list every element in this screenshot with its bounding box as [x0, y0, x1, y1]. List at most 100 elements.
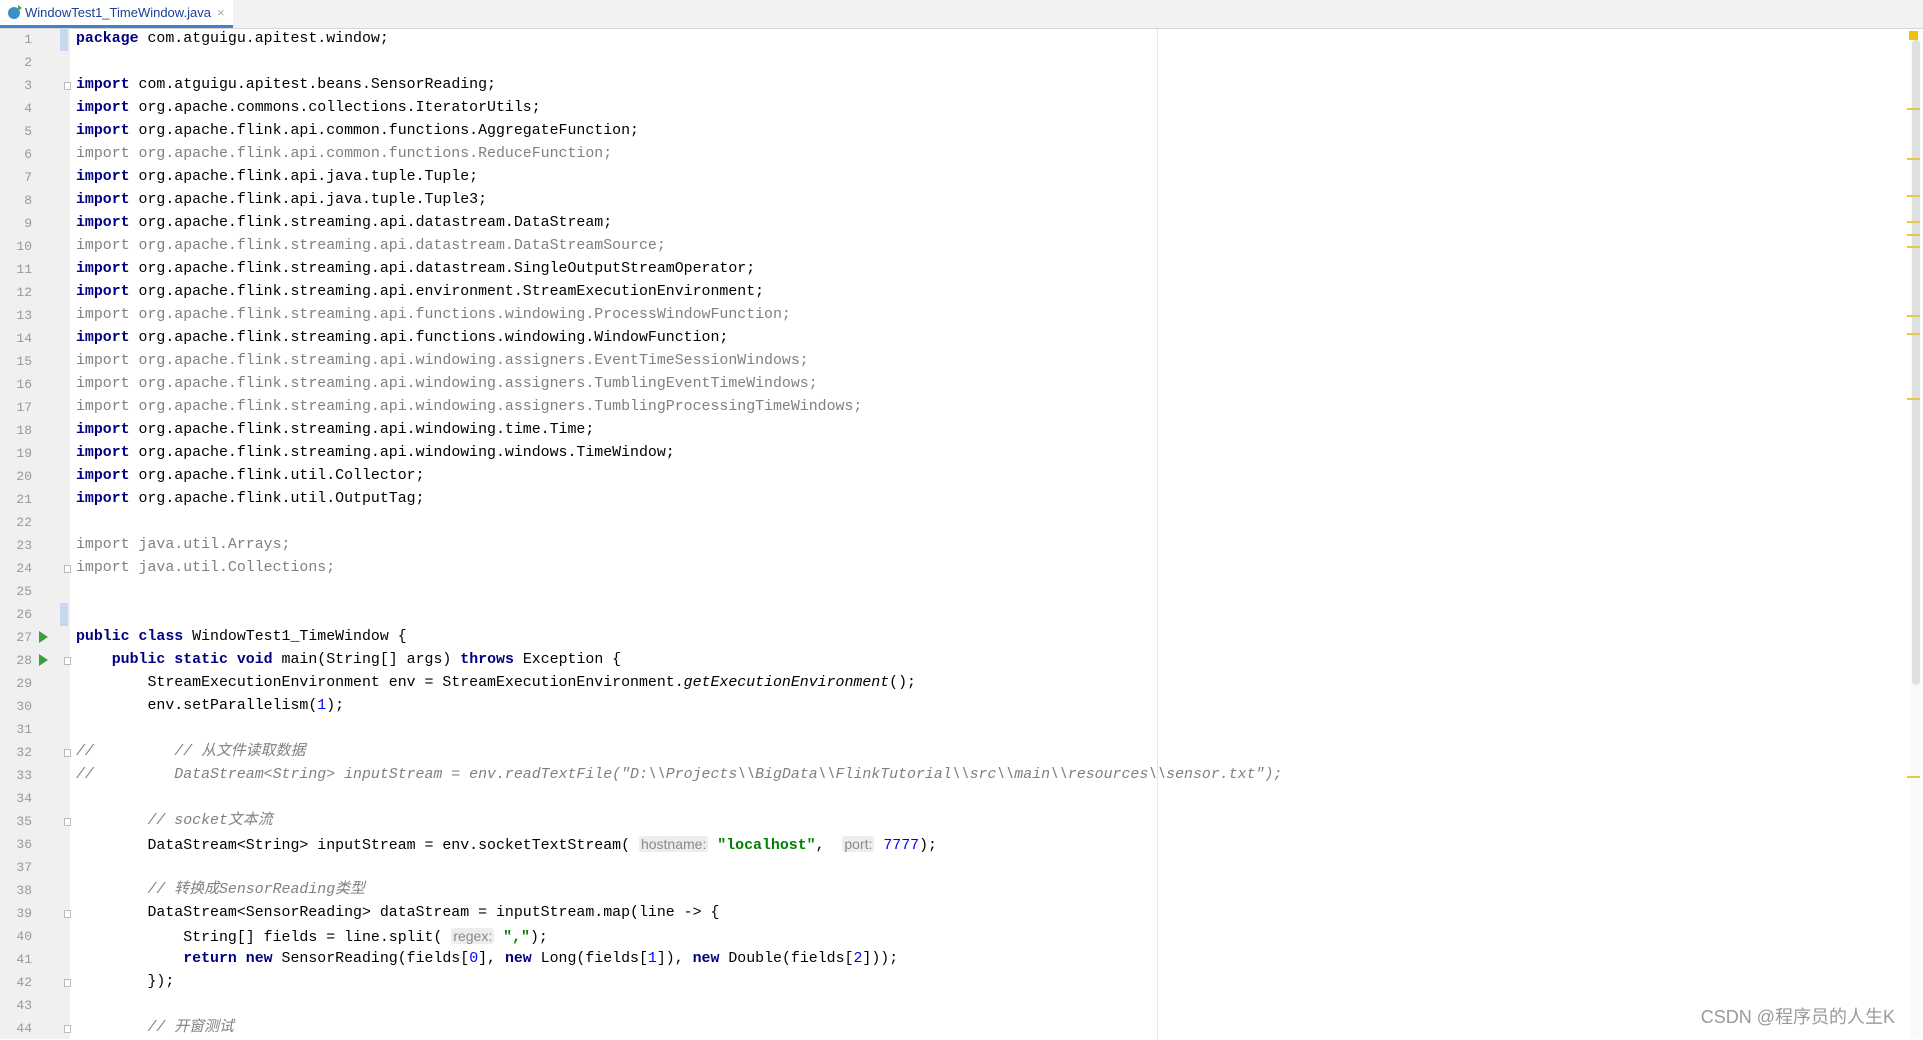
code-text: WindowTest1_TimeWindow {	[183, 629, 407, 645]
line-number: 13	[16, 308, 32, 323]
keyword: new	[504, 951, 532, 967]
line-number-gutter[interactable]: 1 2 3 4 5 6 7 8 9 10 11 12 13 14 15 16 17 18 19 20 21 22 23 24 2…	[0, 28, 71, 1039]
keyword: import	[76, 77, 130, 93]
line-number: 25	[16, 584, 32, 599]
code-text: Exception {	[513, 652, 622, 668]
code-text: org.apache.flink.streaming.api.environme…	[129, 284, 765, 300]
keyword: return new	[183, 951, 273, 967]
keyword: import	[76, 192, 130, 208]
line-number: 5	[24, 124, 32, 139]
warning-stripe-mark[interactable]	[1907, 398, 1920, 400]
line-number: 19	[16, 446, 32, 461]
unused-import: import java.util.Arrays;	[76, 537, 291, 553]
line-number: 33	[16, 768, 32, 783]
comment: // 转换成SensorReading类型	[76, 882, 365, 898]
line-number: 18	[16, 423, 32, 438]
parameter-hint: hostname:	[638, 836, 709, 852]
code-text: });	[76, 974, 175, 990]
keyword: import	[76, 330, 130, 346]
line-number: 4	[24, 101, 32, 116]
string-literal: ","	[503, 930, 530, 946]
unused-import: import org.apache.flink.streaming.api.wi…	[76, 376, 818, 392]
comment: // 开窗测试	[76, 1020, 234, 1036]
line-number: 36	[16, 837, 32, 852]
comment: // DataStream<String> inputStream = env.…	[76, 767, 1283, 783]
code-text: org.apache.flink.util.Collector;	[129, 468, 425, 484]
warning-stripe-mark[interactable]	[1907, 108, 1920, 110]
code-text: String[] fields = line.split(	[76, 930, 452, 946]
keyword: new	[692, 951, 720, 967]
unused-import: import org.apache.flink.streaming.api.da…	[76, 238, 666, 254]
keyword: import	[76, 100, 130, 116]
scrollbar-thumb[interactable]	[1912, 40, 1920, 685]
tab-windowtest1-timewindow[interactable]: WindowTest1_TimeWindow.java ×	[0, 0, 233, 28]
code-text: org.apache.flink.api.java.tuple.Tuple3;	[129, 192, 488, 208]
line-number: 3	[24, 78, 32, 93]
method-call: getExecutionEnvironment	[683, 675, 890, 691]
code-text: );	[326, 698, 345, 714]
warning-stripe-mark[interactable]	[1907, 776, 1920, 778]
code-text: );	[919, 838, 937, 854]
parameter-hint: port:	[842, 836, 875, 852]
unused-import: import org.apache.flink.streaming.api.fu…	[76, 307, 791, 323]
line-number: 12	[16, 285, 32, 300]
watermark: CSDN @程序员的人生K	[1700, 1007, 1895, 1027]
comment: // // 从文件读取数据	[76, 744, 306, 760]
code-text: StreamExecutionEnvironment env = StreamE…	[76, 675, 684, 691]
code-editor[interactable]: package com.atguigu.apitest.window; impor…	[70, 29, 1910, 1039]
tab-filename: WindowTest1_TimeWindow.java	[25, 5, 211, 20]
close-tab-icon[interactable]: ×	[217, 5, 225, 20]
code-text: main(String[] args)	[272, 652, 461, 668]
code-text: Long(fields[	[531, 951, 648, 967]
unused-import: import java.util.Collections;	[76, 560, 336, 576]
line-number: 23	[16, 538, 32, 553]
run-icon[interactable]	[39, 654, 48, 666]
warning-stripe-mark[interactable]	[1907, 246, 1920, 248]
line-number: 38	[16, 883, 32, 898]
line-number: 1	[24, 32, 32, 47]
warning-stripe-mark[interactable]	[1907, 195, 1920, 197]
line-number: 10	[16, 239, 32, 254]
warning-stripe-mark[interactable]	[1907, 234, 1920, 236]
warning-indicator-icon[interactable]	[1909, 31, 1918, 40]
line-number: 26	[16, 607, 32, 622]
line-number: 40	[16, 929, 32, 944]
run-icon[interactable]	[39, 631, 48, 643]
code-text: org.apache.flink.streaming.api.datastrea…	[129, 215, 613, 231]
warning-stripe-mark[interactable]	[1907, 221, 1920, 223]
line-number: 17	[16, 400, 32, 415]
warning-stripe-mark[interactable]	[1907, 158, 1920, 160]
line-number: 41	[16, 952, 32, 967]
line-number: 43	[16, 998, 32, 1013]
line-number: 44	[16, 1021, 32, 1036]
line-number: 2	[24, 55, 32, 70]
line-number: 21	[16, 492, 32, 507]
code-text: ();	[889, 675, 916, 691]
line-number: 16	[16, 377, 32, 392]
keyword: import	[76, 284, 130, 300]
keyword: import	[76, 123, 130, 139]
code-text: org.apache.flink.streaming.api.functions…	[129, 330, 729, 346]
warning-stripe-mark[interactable]	[1907, 333, 1920, 335]
code-text: org.apache.flink.api.common.functions.Ag…	[129, 123, 639, 139]
keyword: throws	[460, 652, 514, 668]
keyword: import	[76, 491, 130, 507]
keyword: import	[76, 445, 130, 461]
keyword: import	[76, 169, 130, 185]
unused-import: import org.apache.flink.streaming.api.wi…	[76, 399, 863, 415]
line-number: 20	[16, 469, 32, 484]
keyword: public class	[76, 629, 184, 645]
line-number: 8	[24, 193, 32, 208]
line-number: 6	[24, 147, 32, 162]
line-number: 14	[16, 331, 32, 346]
warning-stripe-mark[interactable]	[1907, 315, 1920, 317]
keyword: import	[76, 261, 130, 277]
line-number: 27	[16, 630, 32, 645]
unused-import: import org.apache.flink.streaming.api.wi…	[76, 353, 809, 369]
line-number: 37	[16, 860, 32, 875]
line-number: 15	[16, 354, 32, 369]
line-number: 34	[16, 791, 32, 806]
